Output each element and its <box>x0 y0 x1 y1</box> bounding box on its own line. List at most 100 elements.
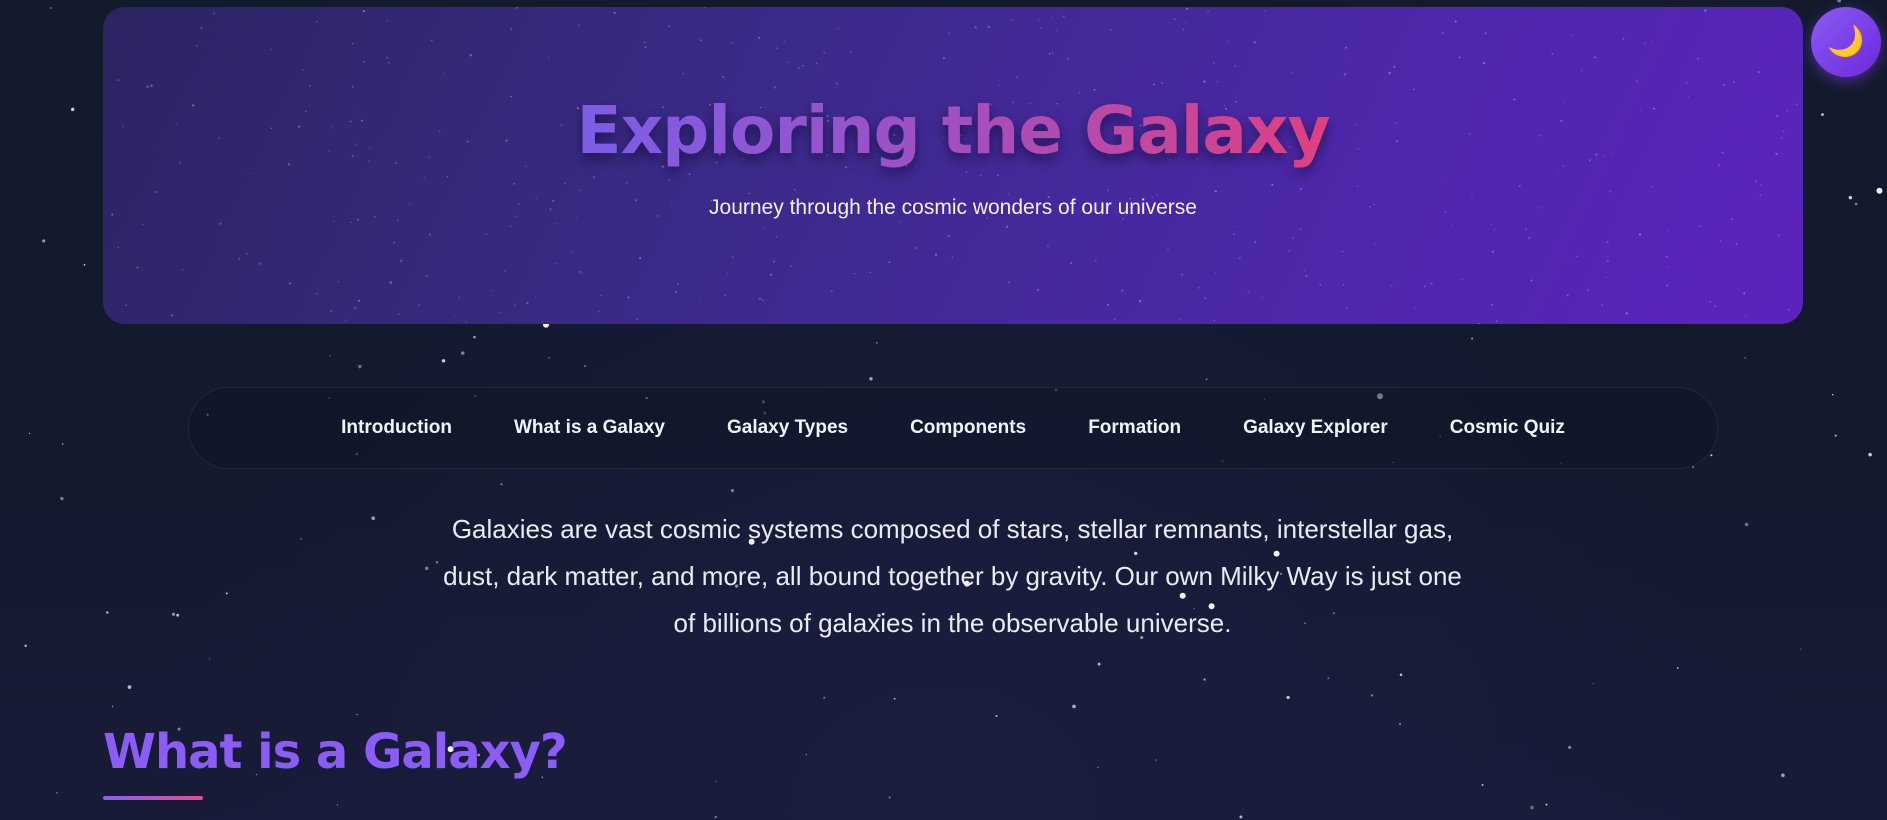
star <box>1744 522 1749 527</box>
star <box>1821 113 1824 116</box>
star <box>196 44 198 47</box>
nav-item-cosmic-quiz[interactable]: Cosmic Quiz <box>1419 417 1596 439</box>
star <box>398 313 400 316</box>
star <box>1216 81 1218 83</box>
star <box>1342 283 1345 286</box>
star <box>418 304 421 307</box>
star <box>332 220 335 223</box>
star <box>1787 308 1790 311</box>
star <box>1370 694 1374 697</box>
star <box>1482 61 1486 65</box>
star <box>644 46 647 49</box>
star <box>29 432 31 434</box>
star <box>997 174 999 177</box>
hero-banner: Exploring the Galaxy Journey through the… <box>103 7 1803 324</box>
star <box>83 264 86 266</box>
star <box>1048 52 1051 55</box>
star <box>1094 259 1097 262</box>
star <box>688 173 691 176</box>
star <box>1186 7 1189 10</box>
page-subtitle: Journey through the cosmic wonders of ou… <box>709 196 1197 219</box>
star <box>980 174 982 177</box>
star <box>668 179 670 182</box>
star <box>127 685 132 689</box>
star <box>425 275 428 278</box>
intro-paragraph: Galaxies are vast cosmic systems compose… <box>443 514 1462 638</box>
star <box>1723 83 1726 86</box>
star <box>1568 745 1572 749</box>
star <box>330 309 333 313</box>
star <box>146 85 149 89</box>
star <box>300 538 303 540</box>
star <box>1056 29 1058 32</box>
star <box>714 815 717 819</box>
star <box>1399 673 1403 676</box>
star <box>428 233 431 236</box>
star <box>548 356 550 359</box>
star <box>1587 289 1590 292</box>
star <box>1319 283 1322 286</box>
star <box>337 280 340 283</box>
star <box>772 260 776 263</box>
nav-item-galaxy-types[interactable]: Galaxy Types <box>696 417 879 439</box>
nav-item-formation[interactable]: Formation <box>1057 417 1212 439</box>
star <box>62 443 64 445</box>
star <box>219 222 222 225</box>
star <box>1051 17 1054 19</box>
nav-item-components[interactable]: Components <box>879 417 1057 439</box>
star <box>1606 240 1609 243</box>
star <box>24 644 27 648</box>
star <box>469 54 472 57</box>
star <box>1699 225 1702 228</box>
star <box>1666 266 1668 268</box>
nav-item-galaxy-explorer[interactable]: Galaxy Explorer <box>1212 417 1419 439</box>
star <box>117 246 120 249</box>
star <box>1174 18 1176 21</box>
star <box>386 20 388 22</box>
star <box>315 292 318 295</box>
star <box>1329 306 1331 308</box>
star <box>1393 65 1396 68</box>
star <box>1106 189 1109 192</box>
theme-toggle-button[interactable]: 🌙 <box>1811 7 1881 77</box>
star <box>1167 248 1169 250</box>
star <box>726 272 729 274</box>
star <box>1182 28 1185 31</box>
star <box>499 311 502 314</box>
star <box>1227 40 1229 42</box>
star <box>1491 250 1495 253</box>
star <box>757 36 761 39</box>
star <box>703 7 706 9</box>
star <box>1636 80 1638 82</box>
nav-item-what-is-a-galaxy[interactable]: What is a Galaxy <box>483 417 696 439</box>
section-title: What is a Galaxy? <box>103 724 568 780</box>
star <box>1264 10 1266 12</box>
star <box>869 377 873 381</box>
star <box>1062 15 1065 18</box>
star <box>117 79 120 82</box>
star <box>1530 279 1533 282</box>
star <box>1299 228 1302 230</box>
star <box>888 796 891 799</box>
star <box>1093 79 1095 81</box>
star <box>775 47 778 50</box>
star <box>1205 378 1208 381</box>
star <box>1638 233 1642 236</box>
star <box>1571 34 1574 37</box>
star <box>316 20 318 23</box>
star <box>570 251 573 254</box>
star <box>776 236 778 238</box>
nav-item-introduction[interactable]: Introduction <box>310 417 483 439</box>
star <box>225 592 228 595</box>
star <box>1441 32 1444 35</box>
star <box>730 489 734 493</box>
star <box>724 294 727 297</box>
star <box>1665 255 1668 258</box>
star <box>500 483 503 486</box>
star <box>1676 667 1679 669</box>
star <box>510 225 512 227</box>
moon-icon: 🌙 <box>1827 24 1865 59</box>
star <box>1484 32 1487 35</box>
star <box>1327 677 1330 680</box>
star <box>556 274 558 276</box>
